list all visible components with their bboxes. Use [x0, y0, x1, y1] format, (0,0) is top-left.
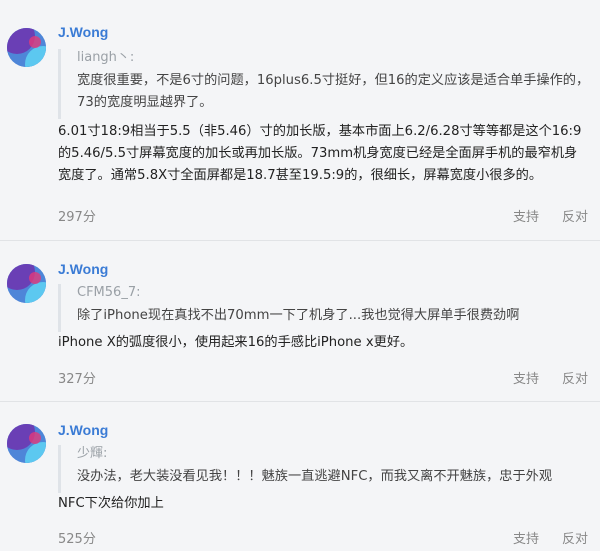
score: 525分 — [58, 532, 96, 547]
avatar-image — [7, 28, 46, 67]
oppose-button[interactable]: 反对 — [562, 368, 588, 387]
score: 297分 — [58, 210, 96, 225]
oppose-button[interactable]: 反对 — [562, 528, 588, 547]
username[interactable]: J.Wong — [58, 422, 108, 438]
comment-1: J.Wong liangh丶: 宽度很重要，不是6寸的问题，16plus6.5寸… — [0, 0, 600, 238]
quoted-comment: liangh丶: 宽度很重要，不是6寸的问题，16plus6.5寸挺好，但16的… — [58, 49, 590, 119]
avatar[interactable] — [7, 424, 46, 463]
username[interactable]: J.Wong — [58, 24, 108, 40]
quote-text: 没办法，老大装没看见我！！！魅族一直逃避NFC，而我又离不开魅族，忠于外观 — [77, 469, 553, 484]
comment-3: J.Wong 少輝: 没办法，老大装没看见我！！！魅族一直逃避NFC，而我又离不… — [0, 402, 600, 551]
quote-author[interactable]: liangh丶: — [77, 49, 590, 67]
comment-body: NFC下次给你加上 — [58, 496, 164, 511]
quote-text: 宽度很重要，不是6寸的问题，16plus6.5寸挺好，但16的定义应该是适合单手… — [77, 73, 590, 110]
username[interactable]: J.Wong — [58, 261, 108, 277]
avatar-image — [7, 424, 46, 463]
quoted-comment: 少輝: 没办法，老大装没看见我！！！魅族一直逃避NFC，而我又离不开魅族，忠于外… — [58, 445, 590, 493]
support-button[interactable]: 支持 — [513, 528, 539, 547]
support-button[interactable]: 支持 — [513, 206, 539, 225]
support-button[interactable]: 支持 — [513, 368, 539, 387]
avatar-image — [7, 264, 46, 303]
comment-2: J.Wong CFM56_7: 除了iPhone现在真找不出70mm一下了机身了… — [0, 241, 600, 400]
quote-author[interactable]: 少輝: — [77, 445, 590, 463]
comment-body: iPhone X的弧度很小，使用起来16的手感比iPhone x更好。 — [58, 335, 414, 350]
quoted-comment: CFM56_7: 除了iPhone现在真找不出70mm一下了机身了...我也觉得… — [58, 284, 590, 332]
avatar[interactable] — [7, 264, 46, 303]
quote-author[interactable]: CFM56_7: — [77, 284, 590, 302]
comment-body: 6.01寸18:9相当于5.5（非5.46）寸的加长版，基本市面上6.2/6.2… — [58, 124, 582, 183]
score: 327分 — [58, 372, 96, 387]
oppose-button[interactable]: 反对 — [562, 206, 588, 225]
avatar[interactable] — [7, 28, 46, 67]
quote-text: 除了iPhone现在真找不出70mm一下了机身了...我也觉得大屏单手很费劲啊 — [77, 308, 520, 323]
